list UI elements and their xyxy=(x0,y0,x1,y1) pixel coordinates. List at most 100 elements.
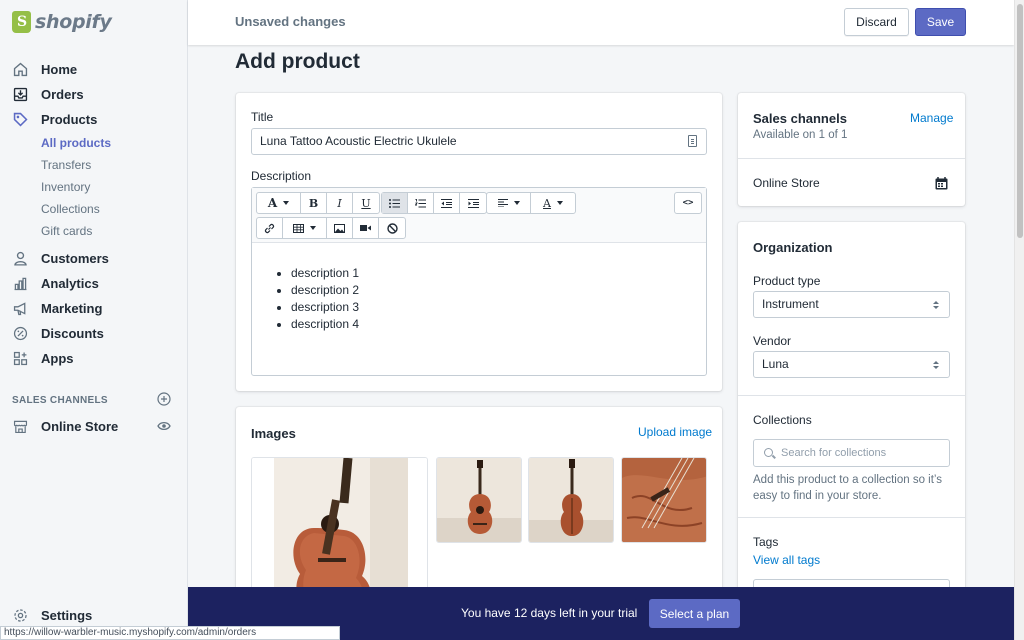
code-view-icon[interactable]: <> xyxy=(675,193,701,213)
save-button[interactable]: Save xyxy=(915,8,966,36)
editor-toolbar: A B I U A <> xyxy=(252,188,706,243)
manage-channels-link[interactable]: Manage xyxy=(910,111,953,125)
shopify-logo[interactable]: shopify xyxy=(12,9,112,35)
title-label: Title xyxy=(251,110,274,124)
nav-analytics[interactable]: Analytics xyxy=(0,271,188,296)
collections-label: Collections xyxy=(753,413,812,427)
nav-discounts[interactable]: Discounts xyxy=(0,321,188,346)
channel-online-store: Online Store xyxy=(753,176,820,190)
nav-home[interactable]: Home xyxy=(0,57,188,82)
description-label: Description xyxy=(251,169,312,183)
select-arrows-icon xyxy=(923,292,949,317)
video-icon[interactable] xyxy=(353,218,379,238)
upload-image-link[interactable]: Upload image xyxy=(638,425,712,439)
trial-message: You have 12 days left in your trial xyxy=(461,606,638,620)
nav-orders-label: Orders xyxy=(41,87,84,102)
nav-transfers[interactable]: Transfers xyxy=(0,154,188,176)
clear-formatting-icon[interactable] xyxy=(379,218,405,238)
description-item: description 1 xyxy=(291,265,706,282)
images-card: Images Upload image xyxy=(236,407,722,607)
html-group: <> xyxy=(674,192,702,214)
description-item: description 4 xyxy=(291,316,706,333)
align-dropdown[interactable] xyxy=(487,193,531,213)
nav-home-label: Home xyxy=(41,62,78,77)
title-input[interactable]: Luna Tattoo Acoustic Electric Ukulele xyxy=(251,128,707,155)
bar-chart-icon xyxy=(12,275,29,292)
main-nav: Home Orders Products All products Transf… xyxy=(0,57,188,439)
italic-button[interactable]: I xyxy=(327,193,353,213)
eye-icon[interactable] xyxy=(157,419,171,434)
image-icon[interactable] xyxy=(327,218,353,238)
person-icon xyxy=(12,250,29,267)
nav-marketing[interactable]: Marketing xyxy=(0,296,188,321)
nav-marketing-label: Marketing xyxy=(41,301,103,316)
nav-products[interactable]: Products xyxy=(0,107,188,132)
text-color-dropdown[interactable]: A xyxy=(531,193,575,213)
store-icon xyxy=(12,418,29,435)
indent-icon[interactable] xyxy=(460,193,486,213)
description-item: description 2 xyxy=(291,282,706,299)
nav-collections[interactable]: Collections xyxy=(0,198,188,220)
sidebar: shopify Home Orders Products All product… xyxy=(0,0,188,640)
product-type-value: Instrument xyxy=(762,297,819,311)
nav-customers-label: Customers xyxy=(41,251,109,266)
select-plan-button[interactable]: Select a plan xyxy=(649,599,740,628)
text-style-group: A B I U xyxy=(256,192,380,214)
sales-channels-heading-label: SALES CHANNELS xyxy=(12,394,108,406)
gear-icon xyxy=(12,607,29,624)
collections-search-placeholder: Search for collections xyxy=(781,447,887,459)
title-input-value: Luna Tattoo Acoustic Electric Ukulele xyxy=(260,134,457,148)
bold-button[interactable]: B xyxy=(301,193,327,213)
description-editor[interactable]: A B I U A <> • description 1 • descripti… xyxy=(251,187,707,376)
tag-icon xyxy=(12,111,29,128)
product-image-3[interactable] xyxy=(528,457,614,543)
link-icon[interactable] xyxy=(257,218,283,238)
discard-button[interactable]: Discard xyxy=(844,8,909,36)
nav-discounts-label: Discounts xyxy=(41,326,104,341)
document-icon xyxy=(688,135,697,147)
outdent-icon[interactable] xyxy=(434,193,460,213)
description-content[interactable]: description 1 description 2 description … xyxy=(252,244,706,333)
vendor-select[interactable]: Luna xyxy=(753,351,950,378)
product-type-label: Product type xyxy=(753,274,821,288)
table-dropdown[interactable] xyxy=(283,218,327,238)
bullet-list-icon[interactable] xyxy=(382,193,408,213)
nav-customers[interactable]: Customers xyxy=(0,246,188,271)
nav-all-products[interactable]: All products xyxy=(0,132,188,154)
nav-orders[interactable]: Orders xyxy=(0,82,188,107)
align-color-group: A xyxy=(486,192,576,214)
organization-heading: Organization xyxy=(753,240,833,255)
collections-search-input[interactable]: Search for collections xyxy=(753,439,950,467)
product-image-2[interactable] xyxy=(436,457,522,543)
divider xyxy=(738,395,965,396)
view-all-tags-link[interactable]: View all tags xyxy=(753,553,820,567)
select-arrows-icon xyxy=(923,352,949,377)
calendar-icon[interactable] xyxy=(935,177,948,193)
page-scrollbar[interactable] xyxy=(1014,0,1024,640)
add-channel-icon[interactable] xyxy=(157,391,171,409)
nav-settings[interactable]: Settings xyxy=(0,603,92,628)
nav-apps-label: Apps xyxy=(41,351,74,366)
search-icon xyxy=(764,448,773,457)
nav-products-label: Products xyxy=(41,112,98,127)
product-details-card: Title Luna Tattoo Acoustic Electric Ukul… xyxy=(236,93,722,391)
nav-online-store[interactable]: Online Store xyxy=(0,414,188,439)
nav-gift-cards[interactable]: Gift cards xyxy=(0,220,188,242)
availability-text: Available on 1 of 1 xyxy=(753,129,848,141)
organization-card: Organization Product type Instrument Ven… xyxy=(738,222,965,622)
nav-settings-label: Settings xyxy=(41,608,93,623)
product-type-select[interactable]: Instrument xyxy=(753,291,950,318)
description-item: description 3 xyxy=(291,299,706,316)
scrollbar-thumb[interactable] xyxy=(1017,4,1023,238)
product-image-main[interactable] xyxy=(251,457,428,607)
sales-channels-heading: Sales channels xyxy=(753,111,847,126)
page-title: Add product xyxy=(235,50,360,73)
orders-icon xyxy=(12,86,29,103)
numbered-list-icon[interactable] xyxy=(408,193,434,213)
product-image-4[interactable] xyxy=(621,457,707,543)
nav-apps[interactable]: Apps xyxy=(0,346,188,371)
nav-inventory[interactable]: Inventory xyxy=(0,176,188,198)
font-style-dropdown[interactable]: A xyxy=(257,193,301,213)
underline-button[interactable]: U xyxy=(353,193,379,213)
shopify-bag-icon xyxy=(12,11,31,33)
